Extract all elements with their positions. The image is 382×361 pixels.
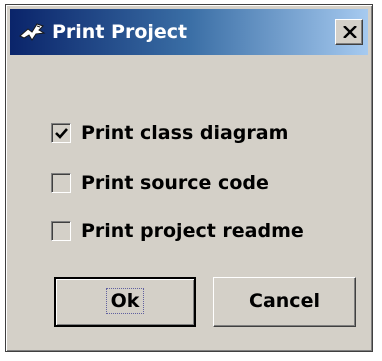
print-project-dialog: Print Project Print class diagram Print … <box>5 4 373 352</box>
checkbox-print-source-code[interactable] <box>51 173 71 193</box>
cancel-button[interactable]: Cancel <box>213 277 356 327</box>
title-bar[interactable]: Print Project <box>10 9 368 55</box>
ok-button-label: Ok <box>105 288 145 314</box>
option-label: Print source code <box>81 172 269 194</box>
close-x-icon <box>343 26 357 38</box>
option-label: Print class diagram <box>81 122 289 144</box>
window-title: Print Project <box>52 21 188 43</box>
option-label: Print project readme <box>81 220 304 242</box>
checkbox-print-class-diagram[interactable] <box>51 123 71 143</box>
close-button[interactable] <box>335 19 363 45</box>
checkmark-icon <box>55 128 68 139</box>
checkbox-print-project-readme[interactable] <box>51 221 71 241</box>
bluej-bird-icon <box>18 21 46 43</box>
ok-button[interactable]: Ok <box>54 277 196 327</box>
